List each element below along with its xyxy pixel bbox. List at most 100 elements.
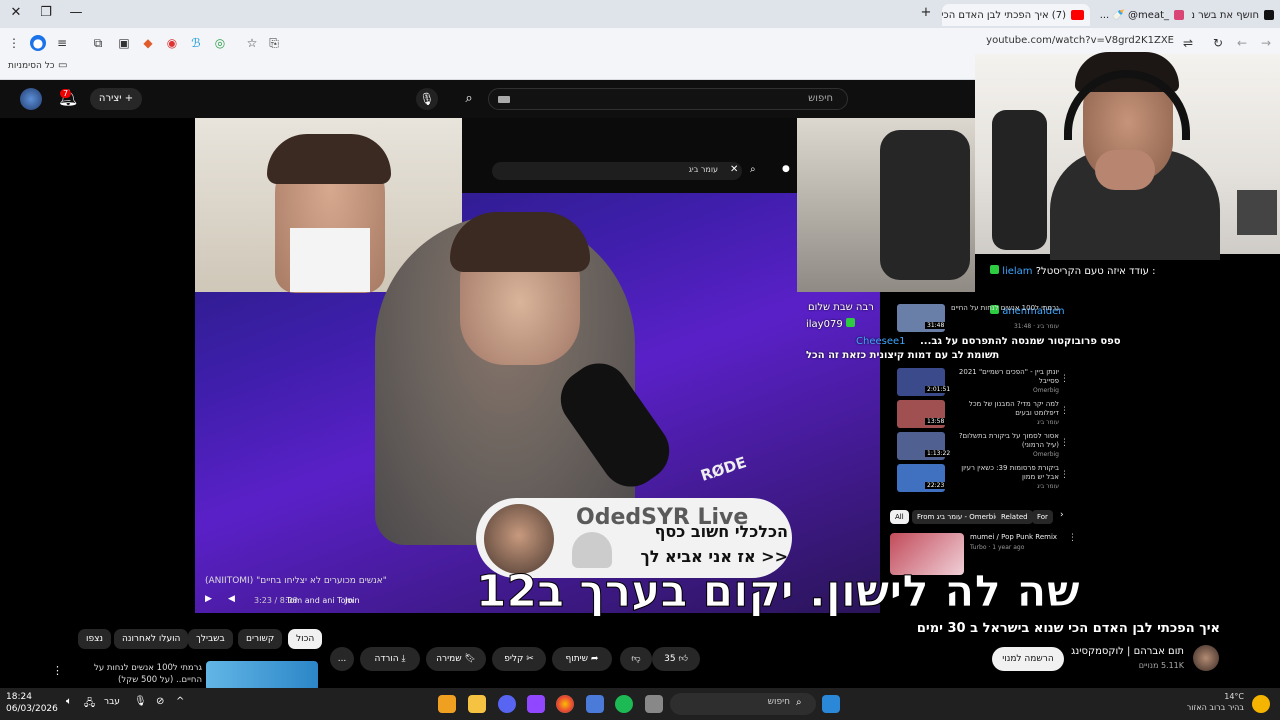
video-title[interactable]: mumei / Pop Punk Remix <box>970 533 1057 541</box>
volume-icon[interactable]: 🔈︎ <box>66 696 72 707</box>
chevron-up-icon[interactable]: ^ <box>176 696 184 707</box>
save-button[interactable]: שמירה 🔖︎ <box>426 647 486 671</box>
download-button[interactable]: הורדה ⤓ <box>360 647 420 671</box>
forward-icon[interactable]: ← <box>1234 35 1250 51</box>
taskbar-app-icon[interactable] <box>645 695 663 713</box>
language-indicator[interactable]: עבר <box>104 697 120 707</box>
more-actions-button[interactable]: ... <box>330 647 354 671</box>
new-tab-icon[interactable]: + <box>916 4 936 22</box>
voice-search-icon[interactable]: 🎙︎ <box>416 88 438 110</box>
search-icon: ⌕ <box>796 697 802 708</box>
site-settings-icon[interactable]: ⇌ <box>1180 35 1196 51</box>
clock[interactable]: 18:24 06/03/2026 <box>6 691 58 715</box>
avatar <box>484 504 554 574</box>
youtube-header: 🔔︎ 7 יצירה + 🎙︎ ⌕ חיפוש <box>0 80 975 118</box>
twitch-icon[interactable] <box>527 695 545 713</box>
chrome-icon[interactable] <box>556 695 574 713</box>
filter-chip-related[interactable]: קשורים <box>238 629 283 649</box>
channel-name[interactable]: תום אברהם | לוקסמקסינג <box>1071 646 1184 657</box>
taskbar-app-icon[interactable] <box>438 695 456 713</box>
duration-badge: 22:23 <box>925 482 947 489</box>
list-item[interactable]: 13:58 למה יקר מדי? המבנון של מכל דיפלומט… <box>897 400 1072 430</box>
extension-icon[interactable]: ◉ <box>164 35 180 51</box>
subscribe-button[interactable]: הרשמה למנוי <box>992 647 1064 671</box>
media-icon[interactable]: ≡ <box>54 35 70 51</box>
mic-icon[interactable]: 🎙︎ <box>134 696 147 707</box>
chip-from-channel[interactable]: From עומר ביג - Omerbig <box>912 510 1005 524</box>
weather-widget[interactable]: 14°C בהיר ברוב האזור <box>1187 691 1244 713</box>
more-options-icon[interactable]: ⋮ <box>1060 406 1069 416</box>
list-item[interactable]: 31:48 גרמתי ל100 אנשים לנחות על החיים עו… <box>897 304 1072 334</box>
chevron-right-icon[interactable]: › <box>1060 510 1064 520</box>
close-window-icon[interactable]: ✕ <box>6 4 26 22</box>
clip-button[interactable]: קליפ ✂ <box>492 647 546 671</box>
discord-icon[interactable] <box>498 695 516 713</box>
chip-all[interactable]: All <box>890 510 909 524</box>
video-title[interactable]: יונתן ביין - "הפכים רשמיים" 2021 פסייבל <box>949 368 1059 386</box>
browser-tab-bar: ✕ ❐ — + (7) איך הפכתי לבן האדם הכי ש... … <box>0 0 1280 28</box>
search-icon: ⌕ <box>750 164 756 175</box>
all-bookmarks-link[interactable]: כל הסימניות <box>8 61 55 71</box>
more-options-icon[interactable]: ⋮ <box>1068 533 1077 543</box>
avatar[interactable] <box>20 88 42 110</box>
address-bar[interactable]: youtube.com/watch?v=V8grd2K1ZXE <box>986 35 1174 46</box>
create-button[interactable]: יצירה + <box>90 88 142 110</box>
chip-related[interactable]: Related <box>996 510 1033 524</box>
apps-grid-icon[interactable] <box>586 695 604 713</box>
chat-message: ספס פרובוקטור שמנסה להתפרסם על גב... <box>920 336 1121 347</box>
more-options-icon[interactable]: ⋮ <box>1060 374 1069 384</box>
video-title[interactable]: למה יקר מדי? המבנון של מכל דיפלומט ובעים <box>949 400 1059 418</box>
channel-avatar[interactable] <box>1193 645 1219 671</box>
like-count: 35 <box>664 654 676 664</box>
minimize-window-icon[interactable]: — <box>66 4 86 22</box>
chip-for[interactable]: For <box>1032 510 1053 524</box>
like-button[interactable]: 35 👍︎ <box>652 647 700 671</box>
keyboard-icon[interactable] <box>498 96 510 103</box>
tab-youtube[interactable]: (7) איך הפכתי לבן האדם הכי ש... ✕ <box>942 4 1090 26</box>
start-icon[interactable] <box>822 695 840 713</box>
restore-window-icon[interactable]: ❐ <box>36 4 56 22</box>
search-icon[interactable]: ⌕ <box>458 88 480 110</box>
location-off-icon[interactable]: ⊘ <box>156 696 164 707</box>
menu-dots-icon[interactable]: ⋮ <box>6 35 22 51</box>
list-item[interactable]: 1:13:22 אסור לסמוך על ביקורת בתשלום? (עי… <box>897 432 1072 462</box>
video-title[interactable]: אסור לסמוך על ביקורת בתשלום? (עיל הרמוני… <box>949 432 1059 450</box>
bookmark-star-icon[interactable]: ☆ <box>244 35 260 51</box>
tab-tiktok[interactable]: חושף את בשר נא <box>1192 4 1280 26</box>
profile-avatar[interactable]: ● <box>30 35 46 51</box>
more-options-icon[interactable]: ⋮ <box>1060 438 1069 448</box>
filter-chip-for-you[interactable]: בשבילך <box>188 629 233 649</box>
spotify-icon[interactable] <box>615 695 633 713</box>
extension-icon[interactable]: ◆ <box>140 35 156 51</box>
filter-chip-watched[interactable]: נצפו <box>78 629 112 649</box>
filter-chip-all[interactable]: הכול <box>288 629 323 649</box>
video-thumbnail[interactable] <box>206 661 318 691</box>
chat-message: Cheesee1 <box>856 336 906 347</box>
tab-instagram[interactable]: _meat@ 🍼 ... ✕ <box>1100 4 1190 26</box>
share-button[interactable]: שיתוף ➦ <box>552 647 612 671</box>
network-icon[interactable]: 🖧︎ <box>84 696 95 713</box>
list-item[interactable]: 22:23 ביקורת פרסומות 39: כשאין רעיון אבל… <box>897 464 1072 494</box>
translate-icon[interactable]: ℬ <box>188 35 204 51</box>
more-options-icon[interactable]: ⋮ <box>52 664 63 677</box>
file-explorer-icon[interactable] <box>468 695 486 713</box>
back-icon[interactable]: → <box>1258 35 1274 51</box>
video-title[interactable]: ביקורת פרסומות 39: כשאין רעיון אבל יש ממ… <box>949 464 1059 482</box>
more-options-icon[interactable]: ⋮ <box>1060 470 1069 480</box>
extension-icon[interactable]: ◎ <box>212 35 228 51</box>
video-title[interactable]: גרמתי ל100 אנשים לנחות על החיים <box>949 304 1059 322</box>
taskbar-search[interactable]: חיפוש <box>670 693 816 715</box>
embedded-video-title: "אנשים מכוערים לא יצליחו בחיים" (ANIITOM… <box>205 576 387 586</box>
filter-chip-recent[interactable]: הועלו לאחרונה <box>114 629 189 649</box>
chair-figure <box>880 130 970 280</box>
reload-icon[interactable]: ↻ <box>1210 35 1226 51</box>
dislike-button[interactable]: 👎︎ <box>620 647 652 671</box>
chat-text: : עודד איזה טעם הקריסטל? <box>1035 266 1156 277</box>
extension-icon[interactable]: ▣ <box>116 35 132 51</box>
cast-icon[interactable]: ⎘ <box>266 35 282 51</box>
list-item[interactable]: 2:01:51 יונתן ביין - "הפכים רשמיים" 2021… <box>897 368 1072 398</box>
chat-message: רבה שבת שלום <box>808 302 874 313</box>
video-title[interactable]: גרמתי ל100 אנשים לנחות על החיים.. (על 50… <box>90 662 202 686</box>
search-input[interactable]: חיפוש <box>488 88 848 110</box>
extensions-icon[interactable]: ⧉ <box>90 35 106 51</box>
